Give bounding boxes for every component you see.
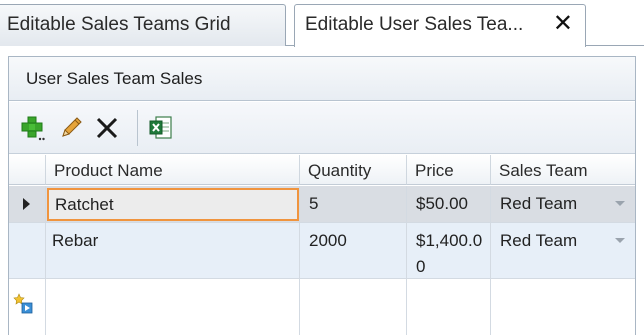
quantity-cell[interactable]: 5: [300, 186, 407, 223]
quantity-cell[interactable]: 2000: [300, 223, 407, 279]
column-header-price[interactable]: Price: [407, 155, 491, 185]
edit-button[interactable]: [57, 114, 85, 142]
export-excel-button[interactable]: [147, 114, 175, 142]
delete-x-icon: [96, 117, 118, 139]
dropdown-arrow-icon[interactable]: [615, 238, 625, 243]
new-row-cell[interactable]: [300, 279, 407, 335]
delete-button[interactable]: [93, 114, 121, 142]
excel-export-icon: [149, 116, 172, 139]
panel-title: User Sales Team Sales: [9, 57, 635, 101]
tab-editable-sales-teams-grid[interactable]: Editable Sales Teams Grid: [0, 4, 286, 46]
new-row[interactable]: [9, 279, 635, 335]
table-row[interactable]: Ratchet 5 $50.00 Red Team: [9, 186, 635, 223]
dropdown-arrow-icon[interactable]: [615, 201, 625, 206]
tab-editable-user-sales-teams[interactable]: Editable User Sales Tea... ✕: [294, 4, 586, 47]
current-row-arrow-icon: [23, 198, 30, 210]
data-grid: Product Name Quantity Price Sales Team R…: [9, 155, 635, 335]
sales-team-value: Red Team: [500, 194, 578, 213]
product-name-editor[interactable]: Ratchet: [47, 188, 299, 221]
add-icon: [21, 116, 45, 141]
price-cell[interactable]: $50.00: [407, 186, 491, 223]
grid-panel: User Sales Team Sales Product Name Quant…: [8, 56, 636, 335]
row-indicator-cell[interactable]: [9, 223, 46, 279]
add-button[interactable]: [19, 114, 47, 142]
new-row-cell[interactable]: [46, 279, 300, 335]
sales-team-cell[interactable]: Red Team: [491, 186, 635, 223]
close-icon[interactable]: ✕: [553, 11, 573, 35]
new-row-cell[interactable]: [407, 279, 491, 335]
table-row[interactable]: Rebar 2000 $1,400.00 Red Team: [9, 223, 635, 279]
tab-label: Editable User Sales Tea...: [305, 14, 524, 35]
tab-label: Editable Sales Teams Grid: [7, 14, 231, 35]
sales-team-cell[interactable]: Red Team: [491, 223, 635, 279]
row-indicator-header: [9, 155, 46, 185]
new-row-indicator-cell[interactable]: [9, 279, 46, 335]
sales-team-value: Red Team: [500, 231, 578, 250]
column-header-sales-team[interactable]: Sales Team: [491, 155, 635, 185]
price-cell[interactable]: $1,400.00: [407, 223, 491, 279]
tab-strip: Editable Sales Teams Grid Editable User …: [0, 0, 644, 47]
new-row-cell[interactable]: [491, 279, 635, 335]
grid-toolbar: [9, 102, 635, 154]
toolbar-separator: [137, 110, 138, 146]
row-indicator-cell[interactable]: [9, 186, 46, 223]
edit-pencil-icon: [62, 117, 82, 137]
app-window: Editable Sales Teams Grid Editable User …: [0, 0, 644, 335]
new-row-icon: [13, 293, 33, 314]
column-header-product-name[interactable]: Product Name: [46, 155, 300, 185]
column-header-quantity[interactable]: Quantity: [300, 155, 407, 185]
product-name-cell[interactable]: Rebar: [46, 223, 300, 279]
